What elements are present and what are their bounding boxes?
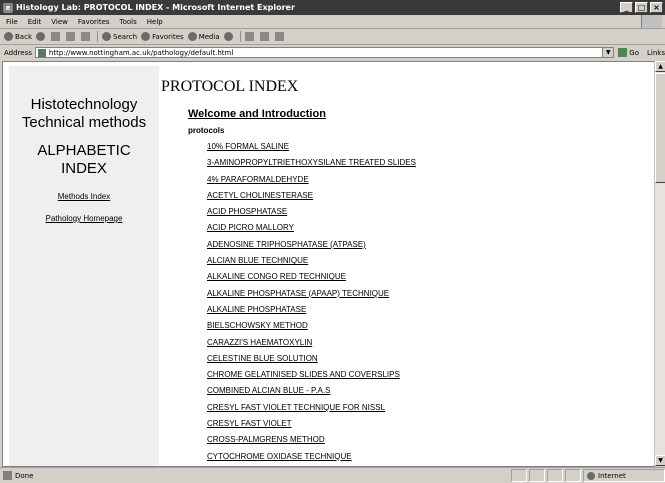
history-button[interactable]: [223, 32, 235, 41]
protocol-link[interactable]: COMBINED ALCIAN BLUE - P.A.S: [207, 386, 507, 402]
protocol-link[interactable]: 4% PARAFORMALDEHYDE: [207, 175, 507, 191]
search-button[interactable]: Search: [102, 32, 137, 41]
security-zone: Internet: [583, 469, 665, 482]
protocol-link[interactable]: ALKALINE CONGO RED TECHNIQUE: [207, 272, 507, 288]
welcome-link[interactable]: Welcome and Introduction: [188, 108, 326, 120]
left-navigation-panel: Histotechnology Technical methods ALPHAB…: [9, 66, 159, 466]
page-content: Histotechnology Technical methods ALPHAB…: [2, 61, 655, 467]
status-cell: [565, 469, 581, 482]
stop-button[interactable]: [51, 32, 62, 41]
go-arrow-icon: [618, 48, 628, 57]
protocol-link[interactable]: CROSS-PALMGRENS METHOD: [207, 435, 507, 451]
close-button[interactable]: ×: [650, 2, 663, 13]
address-url[interactable]: http://www.nottingham.ac.uk/pathology/de…: [49, 49, 602, 57]
refresh-icon: [66, 32, 75, 41]
mail-button[interactable]: [244, 32, 256, 41]
toolbar-separator: [239, 31, 241, 42]
mail-icon: [244, 32, 254, 41]
methods-index-link[interactable]: Methods Index: [9, 192, 159, 201]
favorites-button[interactable]: Favorites: [141, 32, 184, 41]
edit-icon: [274, 32, 284, 41]
menu-bar: File Edit View Favorites Tools Help: [0, 15, 665, 29]
globe-icon: [587, 471, 595, 480]
home-icon: [81, 32, 90, 41]
status-cell: [511, 469, 527, 482]
protocol-link[interactable]: ACID PHOSPHATASE: [207, 207, 507, 223]
title-bar: e Histology Lab: PROTOCOL INDEX - Micros…: [0, 0, 665, 15]
toolbar-separator: [97, 31, 98, 42]
menu-edit[interactable]: Edit: [28, 18, 42, 26]
go-button[interactable]: Go: [618, 48, 639, 57]
alphabetic-index-heading: ALPHABETIC INDEX: [37, 142, 131, 177]
media-icon: [187, 32, 197, 41]
protocol-link[interactable]: CHROME GELATINISED SLIDES AND COVERSLIPS: [207, 370, 507, 386]
protocol-link[interactable]: 10% FORMAL SALINE: [207, 142, 507, 158]
protocol-list: 10% FORMAL SALINE 3-AMINOPROPYLTRIETHOXY…: [207, 142, 507, 466]
back-button[interactable]: Back: [4, 32, 32, 41]
address-dropdown-icon[interactable]: ▼: [602, 48, 614, 57]
back-arrow-icon: [4, 32, 13, 41]
protocol-link[interactable]: ACETYL CHOLINESTERASE: [207, 191, 507, 207]
address-bar: Address http://www.nottingham.ac.uk/path…: [0, 45, 665, 60]
ie-logo-icon: e: [3, 2, 13, 13]
scrollbar-thumb[interactable]: [655, 73, 665, 183]
search-label: Search: [113, 32, 138, 41]
star-icon: [141, 32, 151, 41]
protocol-link[interactable]: ALKALINE PHOSPHATASE (APAAP) TECHNIQUE: [207, 289, 507, 305]
windows-flag-icon: [641, 15, 662, 28]
address-label: Address: [4, 48, 32, 57]
history-icon: [223, 32, 233, 41]
protocol-link[interactable]: ALKALINE PHOSPHATASE: [207, 305, 507, 321]
vertical-scrollbar[interactable]: ▲ ▼: [654, 61, 665, 466]
page-title: PROTOCOL INDEX: [161, 78, 299, 95]
print-button[interactable]: [259, 32, 271, 41]
status-page-icon: [3, 471, 12, 480]
status-cell: [529, 469, 545, 482]
protocol-link[interactable]: ADENOSINE TRIPHOSPHATASE (ATPASE): [207, 240, 507, 256]
print-icon: [259, 32, 269, 41]
sidebar-heading: Histotechnology Technical methods: [21, 96, 147, 131]
home-button[interactable]: [81, 32, 92, 41]
address-field[interactable]: http://www.nottingham.ac.uk/pathology/de…: [34, 47, 615, 58]
zone-label: Internet: [598, 471, 626, 480]
forward-button[interactable]: [36, 32, 47, 41]
stop-icon: [51, 32, 60, 41]
forward-arrow-icon: [36, 32, 45, 41]
search-icon: [102, 32, 111, 41]
menu-tools[interactable]: Tools: [120, 18, 137, 26]
menu-favorites[interactable]: Favorites: [78, 18, 110, 26]
protocol-link[interactable]: CRESYL FAST VIOLET: [207, 419, 507, 435]
toolbar: Back Search Favorites Media: [0, 29, 665, 45]
status-bar: Done Internet: [0, 467, 665, 483]
menu-file[interactable]: File: [6, 18, 18, 26]
status-text: Done: [15, 471, 34, 480]
media-button[interactable]: Media: [187, 32, 220, 41]
protocol-link[interactable]: CELESTINE BLUE SOLUTION: [207, 354, 507, 370]
protocols-label: protocols: [188, 126, 225, 135]
protocol-link[interactable]: CRESYL FAST VIOLET TECHNIQUE FOR NISSL: [207, 403, 507, 419]
favorites-label: Favorites: [152, 32, 184, 41]
menu-help[interactable]: Help: [147, 18, 163, 26]
protocol-link[interactable]: ACID PICRO MALLORY: [207, 223, 507, 239]
protocol-link[interactable]: 3-AMINOPROPYLTRIETHOXYSILANE TREATED SLI…: [207, 158, 507, 174]
protocol-link[interactable]: CYTOCHROME OXIDASE TECHNIQUE: [207, 452, 507, 466]
edit-button[interactable]: [274, 32, 286, 41]
protocol-link[interactable]: ALCIAN BLUE TECHNIQUE: [207, 256, 507, 272]
scroll-up-icon[interactable]: ▲: [655, 61, 665, 72]
window-title: Histology Lab: PROTOCOL INDEX - Microsof…: [16, 3, 295, 12]
status-cell: [547, 469, 563, 482]
protocol-link[interactable]: CARAZZI'S HAEMATOXYLIN: [207, 338, 507, 354]
page-icon: [37, 48, 46, 57]
scroll-down-icon[interactable]: ▼: [655, 455, 665, 466]
media-label: Media: [198, 32, 220, 41]
protocol-link[interactable]: BIELSCHOWSKY METHOD: [207, 321, 507, 337]
back-label: Back: [15, 32, 32, 41]
minimize-button[interactable]: _: [620, 2, 633, 13]
refresh-button[interactable]: [66, 32, 77, 41]
pathology-homepage-link[interactable]: Pathology Homepage: [9, 214, 159, 223]
maximize-button[interactable]: □: [635, 2, 648, 13]
go-label: Go: [629, 48, 640, 57]
links-button[interactable]: Links: [647, 49, 665, 57]
menu-view[interactable]: View: [51, 18, 68, 26]
